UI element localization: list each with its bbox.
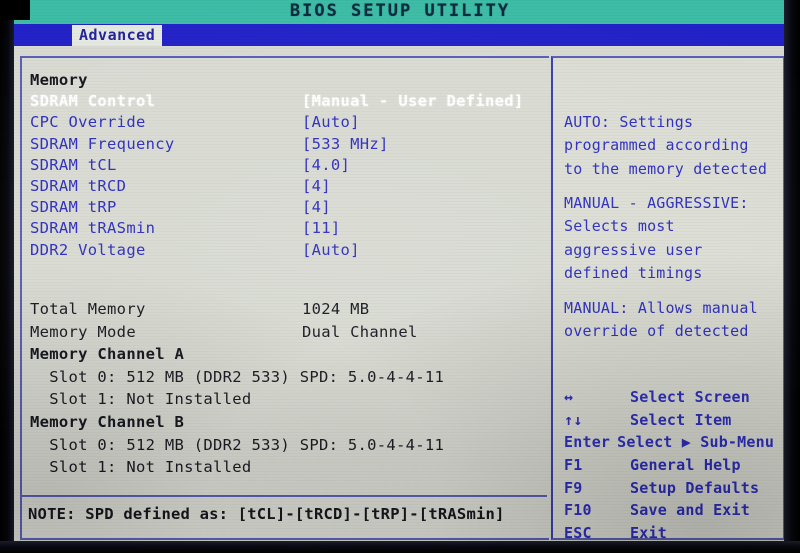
- memory-info-value: [302, 343, 540, 366]
- key-legend-row: F1 General Help: [564, 454, 794, 477]
- section-title: Memory: [30, 71, 88, 89]
- setting-row[interactable]: CPC Override [Auto]: [30, 112, 540, 133]
- memory-info-row: Slot 1: Not Installed: [30, 456, 540, 479]
- memory-info-label: Memory Mode: [30, 322, 136, 341]
- setting-label: SDRAM Control: [30, 92, 156, 111]
- setting-value[interactable]: [11]: [302, 218, 540, 239]
- setting-row[interactable]: DDR2 Voltage [Auto]: [30, 240, 540, 261]
- key-legend-description: Select ▶ Sub-Menu: [617, 433, 775, 452]
- setting-label: SDRAM tRASmin: [30, 219, 156, 238]
- setting-value[interactable]: [4.0]: [302, 155, 540, 176]
- key-legend-key: F9: [564, 478, 583, 497]
- setting-label: SDRAM tRCD: [30, 177, 127, 196]
- key-legend-row: ↔ Select Screen: [564, 386, 794, 409]
- key-legend-row: F10 Save and Exit: [564, 499, 794, 522]
- note-divider: [22, 495, 547, 497]
- memory-info-label: Total Memory: [30, 300, 146, 318]
- setting-value[interactable]: [Manual - User Defined]: [302, 91, 540, 112]
- memory-info-value: [302, 411, 540, 434]
- key-legend-row: F9 Setup Defaults: [564, 477, 794, 500]
- memory-info-row: Slot 0: 512 MB (DDR2 533) SPD: 5.0-4-4-1…: [30, 434, 540, 457]
- setting-value[interactable]: [533 MHz]: [302, 134, 540, 155]
- memory-info-value: [450, 456, 540, 479]
- memory-info-label: Slot 0: 512 MB (DDR2 533) SPD: 5.0-4-4-1…: [30, 435, 445, 454]
- memory-info-row: Memory Channel B: [30, 411, 540, 434]
- memory-info-label: Memory Channel B: [30, 412, 185, 431]
- setting-value[interactable]: [Auto]: [302, 240, 540, 261]
- memory-info-row: Memory Channel A: [30, 343, 540, 366]
- memory-info-label: Slot 0: 512 MB (DDR2 533) SPD: 5.0-4-4-1…: [30, 367, 445, 386]
- bios-screen: BIOS SETUP UTILITY Advanced Memory SDRAM…: [0, 0, 800, 553]
- screen-bezel-corner: [0, 0, 30, 20]
- memory-info-value: [450, 388, 540, 411]
- setting-value[interactable]: [Auto]: [302, 112, 540, 133]
- setting-row[interactable]: SDRAM Frequency [533 MHz]: [30, 134, 540, 155]
- memory-info-value: 1024 MB: [302, 300, 370, 318]
- key-legend-description: Save and Exit: [630, 501, 750, 520]
- help-paragraph: AUTO: Settings programmed according to t…: [564, 112, 768, 178]
- title-bar: BIOS SETUP UTILITY: [14, 0, 786, 24]
- setting-label: CPC Override: [30, 113, 146, 132]
- help-paragraph-gap: [564, 181, 788, 192]
- setting-value[interactable]: [4]: [302, 176, 540, 197]
- memory-info-value: [450, 366, 540, 389]
- page-title: BIOS SETUP UTILITY: [289, 1, 511, 21]
- setting-row[interactable]: SDRAM tRCD [4]: [30, 176, 540, 197]
- help-paragraph: MANUAL - AGGRESSIVE: Selects most aggres…: [564, 194, 749, 283]
- setting-label: DDR2 Voltage: [30, 240, 146, 259]
- screen-bezel-bottom: [0, 541, 800, 553]
- key-legend-description: Select Screen: [630, 388, 750, 407]
- setting-label: SDRAM tCL: [30, 155, 117, 174]
- help-paragraph: MANUAL: Allows manual override of detect…: [564, 298, 758, 341]
- setting-row[interactable]: SDRAM tCL [4.0]: [30, 155, 540, 176]
- key-legend-key: F10: [564, 501, 592, 520]
- help-paragraph-gap: [564, 286, 788, 297]
- memory-info-label: Slot 1: Not Installed: [30, 390, 252, 409]
- memory-info-label: Slot 1: Not Installed: [30, 458, 252, 477]
- screen-bezel-left: [0, 0, 14, 553]
- memory-info-row: Slot 0: 512 MB (DDR2 533) SPD: 5.0-4-4-1…: [30, 366, 540, 389]
- settings-list: Memory SDRAM Control [Manual - User Defin…: [30, 70, 540, 261]
- key-legend-key: ↔: [564, 388, 574, 407]
- key-legend-row: ↑↓ Select Item: [564, 409, 794, 432]
- key-legend-description: Select Item: [630, 410, 732, 429]
- section-header-value: [302, 70, 540, 91]
- setting-row[interactable]: SDRAM Control [Manual - User Defined]: [30, 91, 540, 112]
- key-legend-description: General Help: [630, 455, 741, 474]
- setting-label: SDRAM Frequency: [30, 134, 175, 153]
- key-legend: ↔ Select Screen ↑↓ Select Item Enter Select ▶…: [564, 341, 794, 553]
- memory-info-row: Slot 1: Not Installed: [30, 388, 540, 411]
- setting-value[interactable]: [4]: [302, 197, 540, 218]
- screen-bezel-right: [784, 0, 800, 553]
- setting-row[interactable]: SDRAM tRASmin [11]: [30, 218, 540, 239]
- memory-info-row: Total Memory 1024 MB: [30, 298, 540, 321]
- key-legend-key: ↑↓: [564, 410, 583, 429]
- memory-info-value: [450, 434, 540, 457]
- spd-note: NOTE: SPD defined as: [tCL]-[tRCD]-[tRP]…: [28, 505, 505, 523]
- memory-info-value: Dual Channel: [302, 322, 418, 341]
- settings-section-header: Memory: [30, 70, 540, 91]
- key-legend-row: Enter Select ▶ Sub-Menu: [564, 431, 794, 454]
- memory-info-row: Memory Mode Dual Channel: [30, 321, 540, 344]
- key-legend-description: Setup Defaults: [630, 478, 760, 497]
- tab-advanced[interactable]: Advanced: [72, 25, 163, 46]
- memory-info-list: Total Memory 1024 MB Memory Mode Dual Chann…: [30, 298, 540, 479]
- setting-row[interactable]: SDRAM tRP [4]: [30, 197, 540, 218]
- memory-info-label: Memory Channel A: [30, 345, 185, 364]
- key-legend-key: Enter: [564, 433, 611, 452]
- setting-label: SDRAM tRP: [30, 198, 117, 217]
- key-legend-key: F1: [564, 455, 583, 474]
